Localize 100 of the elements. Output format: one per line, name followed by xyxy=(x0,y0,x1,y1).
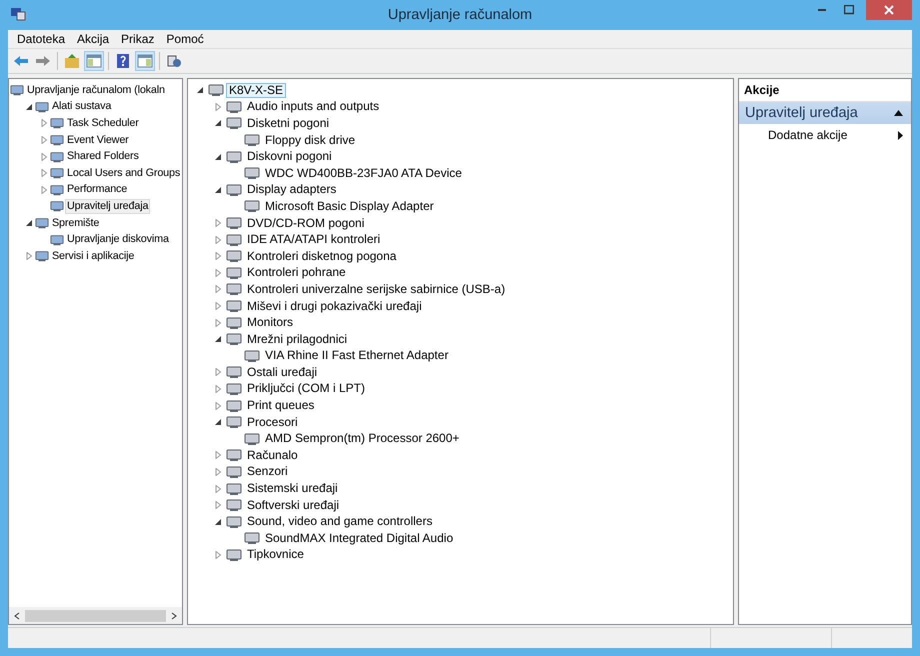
tree-item[interactable]: Performance xyxy=(65,182,130,198)
device-icon xyxy=(226,266,242,280)
tree-item[interactable]: AMD Sempron(tm) Processor 2600+ xyxy=(262,431,462,446)
device-icon xyxy=(226,316,242,330)
pane-icon xyxy=(86,53,102,69)
device-icon xyxy=(226,548,242,562)
tree-item[interactable]: Sound, video and game controllers xyxy=(244,514,436,530)
expand-icon[interactable] xyxy=(214,302,222,310)
device-icon xyxy=(244,432,260,446)
scroll-left-icon[interactable] xyxy=(13,612,21,620)
expand-icon[interactable] xyxy=(40,186,48,194)
tree-item[interactable]: Upravljanje računalom (lokaln xyxy=(25,82,167,98)
expand-icon[interactable] xyxy=(40,169,48,178)
tree-item[interactable]: Audio inputs and outputs xyxy=(244,99,382,114)
expand-icon[interactable] xyxy=(214,484,222,493)
tree-item[interactable]: Diskovni pogoni xyxy=(244,149,335,164)
menu-item[interactable]: Akcija xyxy=(71,32,116,46)
tree-item[interactable]: Upravljanje diskovima xyxy=(65,232,171,248)
tree-item[interactable]: Miševi i drugi pokazivački uređaji xyxy=(244,298,425,314)
expand-icon[interactable] xyxy=(214,368,222,376)
tree-item[interactable]: Mrežni prilagodnici xyxy=(244,332,350,347)
tree-item[interactable]: Local Users and Groups xyxy=(65,166,182,181)
horizontal-scrollbar[interactable] xyxy=(9,607,182,624)
menu-item[interactable]: Pomoć xyxy=(160,32,210,46)
collapse-icon[interactable] xyxy=(894,110,903,116)
menu-item[interactable]: Datoteka xyxy=(11,32,72,46)
toolbar-button[interactable] xyxy=(135,51,155,71)
tree-item[interactable]: Kontroleri pohrane xyxy=(244,265,349,280)
expand-icon[interactable] xyxy=(214,102,222,111)
expand-icon[interactable] xyxy=(40,136,48,144)
menu-item[interactable]: Prikaz xyxy=(115,32,160,46)
tree-item[interactable]: Kontroleri disketnog pogona xyxy=(244,248,400,264)
collapse-icon[interactable] xyxy=(25,219,33,228)
collapse-icon[interactable] xyxy=(214,119,222,128)
tree-item[interactable]: Monitors xyxy=(244,315,296,330)
expand-icon[interactable] xyxy=(40,119,48,128)
tree-item[interactable]: Kontroleri univerzalne serijske sabirnice (USB-a) xyxy=(244,282,508,297)
tree-item[interactable]: Upravitelj uređaja xyxy=(65,198,150,214)
console-icon xyxy=(50,116,64,130)
expand-icon[interactable] xyxy=(214,252,222,260)
tree-item[interactable]: Disketni pogoni xyxy=(244,116,332,131)
tree-item[interactable]: Floppy disk drive xyxy=(262,132,358,148)
collapse-icon[interactable] xyxy=(25,102,33,111)
tree-item[interactable]: Spremište xyxy=(50,216,102,231)
tree-item[interactable]: Priključci (COM i LPT) xyxy=(244,381,368,396)
expand-icon[interactable] xyxy=(25,252,33,260)
tree-item[interactable]: Ostali uređaji xyxy=(244,364,320,380)
device-icon xyxy=(226,365,242,380)
expand-icon[interactable] xyxy=(214,468,222,476)
tree-item[interactable]: Task Scheduler xyxy=(65,116,141,131)
tree-item[interactable]: K8V-X-SE xyxy=(226,82,286,98)
expand-icon[interactable] xyxy=(214,550,222,559)
tree-item[interactable]: Senzori xyxy=(244,464,291,480)
tree-item[interactable]: Servisi i aplikacije xyxy=(50,248,136,264)
expand-icon[interactable] xyxy=(214,219,222,228)
collapse-icon[interactable] xyxy=(214,418,222,426)
collapse-icon[interactable] xyxy=(214,335,222,344)
tree-item[interactable]: DVD/CD-ROM pogoni xyxy=(244,216,368,231)
toolbar-button[interactable] xyxy=(84,51,104,71)
tree-item[interactable]: Alati sustava xyxy=(50,99,114,114)
expand-icon[interactable] xyxy=(214,501,222,510)
expand-icon[interactable] xyxy=(214,402,222,410)
expand-icon[interactable] xyxy=(214,384,222,393)
expand-icon[interactable] xyxy=(214,268,222,277)
expand-icon[interactable] xyxy=(40,152,48,161)
tree-item[interactable]: IDE ATA/ATAPI kontroleri xyxy=(244,232,384,248)
tree-item[interactable]: Event Viewer xyxy=(65,132,131,148)
tree-item[interactable]: Softverski uređaji xyxy=(244,498,342,513)
actions-section[interactable]: Upravitelj uređaja xyxy=(739,102,911,124)
tree-item[interactable]: Tipkovnice xyxy=(244,547,307,562)
close-button[interactable] xyxy=(866,0,912,20)
action-link[interactable]: Dodatne akcije xyxy=(768,128,848,142)
left-arrow-icon xyxy=(13,53,29,69)
collapse-icon[interactable] xyxy=(196,86,204,94)
expand-icon[interactable] xyxy=(214,318,222,327)
tree-item[interactable]: WDC WD400BB-23FJA0 ATA Device xyxy=(262,166,465,181)
tree-item[interactable]: Računalo xyxy=(244,448,301,463)
pane-icon xyxy=(137,53,153,69)
collapse-icon[interactable] xyxy=(214,152,222,161)
expand-icon[interactable] xyxy=(214,285,222,294)
expand-icon[interactable] xyxy=(214,451,222,460)
tree-item[interactable]: Procesori xyxy=(244,414,301,430)
device-icon xyxy=(226,150,242,164)
tree-item[interactable]: Print queues xyxy=(244,398,318,414)
tree-item[interactable]: VIA Rhine II Fast Ethernet Adapter xyxy=(262,348,452,364)
device-icon xyxy=(244,531,260,546)
collapse-icon[interactable] xyxy=(214,518,222,526)
tree-item[interactable]: Display adapters xyxy=(244,182,340,198)
tree-item[interactable]: Sistemski uređaji xyxy=(244,481,341,496)
device-icon xyxy=(226,282,242,296)
scroll-right-icon[interactable] xyxy=(170,612,178,620)
collapse-icon[interactable] xyxy=(214,186,222,194)
tree-item[interactable]: Shared Folders xyxy=(65,149,141,164)
right-arrow-icon xyxy=(35,53,51,69)
device-icon xyxy=(226,464,242,479)
toolbar-button[interactable] xyxy=(62,51,82,71)
console-icon xyxy=(35,216,49,230)
expand-icon[interactable] xyxy=(214,236,222,244)
tree-item[interactable]: Microsoft Basic Display Adapter xyxy=(262,198,437,214)
tree-item[interactable]: SoundMAX Integrated Digital Audio xyxy=(262,530,456,546)
